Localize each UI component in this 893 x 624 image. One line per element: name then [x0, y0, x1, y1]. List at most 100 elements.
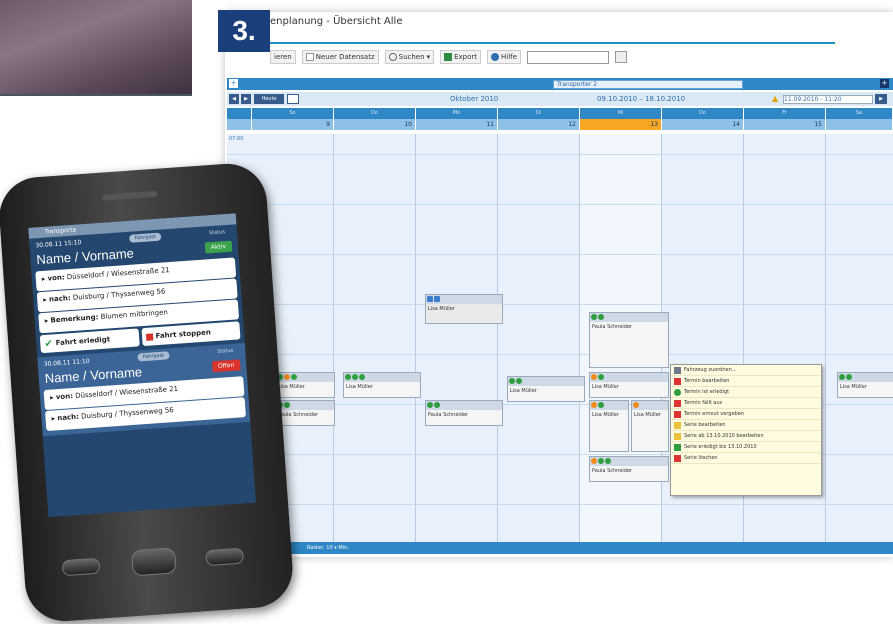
grid-line — [227, 154, 893, 155]
timestamp: 11.09.2010 - 11:20 — [783, 95, 873, 104]
excel-icon — [444, 53, 453, 61]
calendar-entry[interactable]: Paula Schneider — [589, 456, 669, 482]
print-button[interactable]: ieren — [270, 50, 296, 64]
toolbar-search-label: Suchen — [398, 53, 425, 61]
call-passenger-button[interactable]: Fahrgast — [137, 351, 170, 362]
time-column-header — [227, 108, 252, 132]
series-edit-icon — [674, 432, 681, 440]
calendar-entry[interactable]: Lisa Müller — [589, 372, 669, 398]
search-input[interactable] — [526, 50, 609, 64]
search-go-icon[interactable] — [614, 51, 627, 63]
month-label: Oktober 2010 — [450, 95, 499, 103]
calendar-entry[interactable]: Lisa Müller — [589, 400, 629, 452]
menu-hardware-button[interactable] — [61, 557, 101, 577]
date-range-label: 09.10.2010 – 18.10.2010 — [597, 95, 686, 103]
day-header-1[interactable]: Do 10 — [334, 108, 416, 132]
job-card-active: 30.08.11 15:10 Fahrgast Status Name / Vorn… — [29, 224, 245, 354]
day-column[interactable] — [334, 134, 416, 542]
toolbar: ieren Neuer Datensatz Suchen ▾ Export Hil… — [270, 48, 627, 66]
help-button[interactable]: Hilfe — [487, 50, 521, 64]
calendar-entry[interactable]: Lisa Müller — [631, 400, 669, 452]
status-badge: Aktiv — [204, 240, 233, 254]
phone-screen: Transporte 30.08.11 15:10 Fahrgast Status … — [28, 213, 256, 518]
search-icon — [388, 53, 397, 61]
day-header-4[interactable]: Mi 13 — [580, 108, 662, 132]
background-photo — [0, 0, 192, 96]
calendar-entry[interactable]: Paula Schneider — [589, 312, 669, 368]
today-button[interactable]: Heute — [254, 94, 284, 104]
calendar-entry[interactable]: Paula Schneider — [275, 400, 335, 426]
chevron-down-icon: ▾ — [426, 53, 431, 61]
calendar-cancel-icon — [674, 399, 681, 407]
day-header-3[interactable]: Di 12 — [498, 108, 580, 132]
document-icon — [305, 53, 314, 61]
ctx-assign-vehicle[interactable]: Fahrzeug zuordnen... — [671, 365, 821, 376]
warning-icon: ▲ — [772, 94, 779, 103]
calendar-icon[interactable] — [287, 94, 299, 104]
calendar-edit-icon — [674, 377, 681, 385]
ctx-series-done-until[interactable]: Serie erledigt bis 13.10.2010 — [671, 442, 821, 453]
job-time: 30.08.11 15:10 — [35, 238, 82, 249]
status-label: Status — [208, 229, 226, 237]
back-hardware-button[interactable] — [205, 547, 245, 567]
calendar-entry[interactable]: Lisa Müller — [837, 372, 893, 398]
vehicle-select[interactable]: Transporter 2 — [553, 80, 743, 89]
calendar-entry[interactable]: Lisa Müller — [343, 372, 421, 398]
ctx-edit-series-from[interactable]: Serie ab 13.10.2010 bearbeiten — [671, 431, 821, 442]
ctx-edit-appointment[interactable]: Termin bearbeiten — [671, 376, 821, 387]
day-header-6[interactable]: Fr 15 — [744, 108, 826, 132]
calendar-repeat-icon — [674, 410, 681, 418]
expand-icon[interactable]: + — [229, 79, 238, 88]
ctx-delete-series[interactable]: Serie löschen — [671, 453, 821, 464]
ctx-appointment-done[interactable]: Termin ist erledigt — [671, 387, 821, 398]
grid-line — [227, 204, 893, 205]
status-badge: Offen — [211, 359, 241, 373]
series-icon — [674, 421, 681, 429]
ctx-edit-series[interactable]: Serie bearbeiten — [671, 420, 821, 431]
desktop-app-window: enplanung - Übersicht Alle ieren Neuer D… — [225, 12, 893, 557]
day-header-5[interactable]: Do 14 — [662, 108, 744, 132]
next-week-icon[interactable]: ▶ — [241, 94, 251, 104]
context-menu: Fahrzeug zuordnen... Termin bearbeiten T… — [670, 364, 822, 496]
speaker — [102, 190, 158, 201]
title-rule — [270, 42, 835, 44]
grid-line — [227, 304, 893, 305]
step-number-badge: 3. — [218, 10, 270, 52]
calendar-entry[interactable]: Lisa Müller — [507, 376, 585, 402]
status-label: Status — [217, 347, 234, 355]
home-hardware-button[interactable] — [130, 547, 177, 577]
job-card-open: 30.08.11 11:10 Fahrgast Status Name / Vorn… — [37, 342, 251, 437]
export-button[interactable]: Export — [440, 50, 481, 64]
status-bar: Raster: 10 ▾ Min. — [227, 542, 893, 554]
day-header-0[interactable]: So 9 — [252, 108, 334, 132]
next-icon[interactable]: ▶ — [875, 94, 887, 104]
day-column[interactable] — [498, 134, 580, 542]
grid-line — [227, 254, 893, 255]
window-title: enplanung - Übersicht Alle — [270, 16, 403, 27]
search-button[interactable]: Suchen ▾ — [384, 50, 435, 64]
prev-week-icon[interactable]: ◀ — [229, 94, 239, 104]
ctx-appointment-cancelled[interactable]: Termin fällt aus — [671, 398, 821, 409]
call-passenger-button[interactable]: Fahrgast — [129, 232, 162, 243]
smartphone: Transporte 30.08.11 15:10 Fahrgast Status … — [0, 161, 296, 624]
ctx-reassign[interactable]: Termin erneut vergeben — [671, 409, 821, 420]
grid-line — [227, 354, 893, 355]
day-header-7[interactable]: Sa — [826, 108, 893, 132]
help-icon — [491, 53, 499, 61]
truck-icon — [674, 366, 681, 374]
day-column[interactable] — [416, 134, 498, 542]
series-done-icon — [674, 443, 681, 451]
calendar-entry[interactable]: Lisa Müller — [425, 294, 503, 324]
day-header: So 9 Do 10 Mo 11 Di 12 Mi 13 Do 14 Fr 15 Sa — [227, 108, 893, 132]
calendar-entry[interactable]: Paula Schneider — [425, 400, 503, 426]
toolbar-help-label: Hilfe — [501, 53, 517, 61]
toolbar-export-label: Export — [454, 53, 477, 61]
grid-line — [227, 504, 893, 505]
calendar-entry[interactable]: Lisa Müller — [275, 372, 335, 398]
day-header-2[interactable]: Mo 11 — [416, 108, 498, 132]
stop-icon — [145, 332, 153, 341]
delete-icon — [674, 454, 681, 462]
add-icon[interactable]: + — [880, 79, 889, 88]
job-time: 30.08.11 11:10 — [43, 357, 90, 368]
new-record-button[interactable]: Neuer Datensatz — [301, 50, 379, 64]
